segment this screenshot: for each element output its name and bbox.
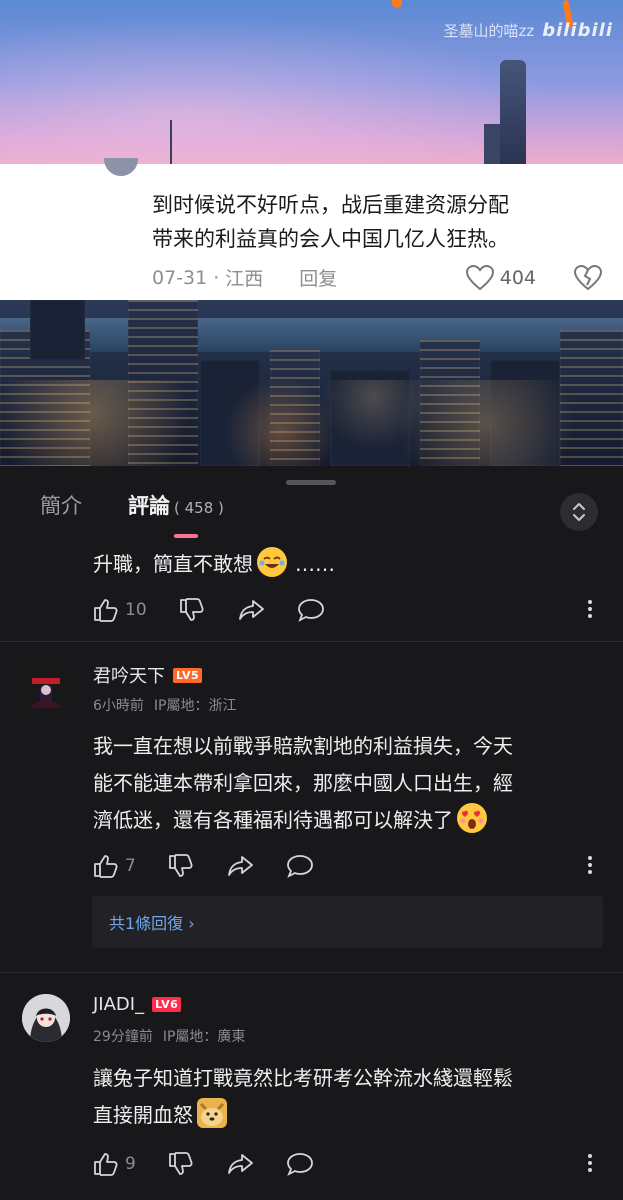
comment-actions: 9 (93, 1152, 346, 1176)
video-river (0, 318, 623, 352)
avatar[interactable] (22, 664, 70, 712)
tab-comments[interactable]: 評論( 458 ) (128, 490, 224, 520)
dislike-button[interactable] (168, 854, 194, 878)
chat-bubble-icon (297, 599, 324, 622)
embedded-like-count: 404 (499, 266, 536, 289)
video-building (30, 300, 85, 360)
like-button[interactable]: 7 (93, 854, 136, 878)
embedded-reply-label: 回复 (299, 268, 338, 290)
username[interactable]: 君吟天下 (93, 662, 165, 688)
tab-intro[interactable]: 簡介 (40, 490, 82, 520)
level-badge: LV5 (173, 667, 203, 683)
broken-heart-icon (574, 264, 602, 291)
comment-meta: 6小時前 IP屬地：浙江 (93, 695, 237, 715)
comments-count: ( 458 ) (174, 499, 224, 517)
embedded-comment-meta: 07-31 · 江西 回复 404 (152, 264, 602, 291)
thumbs-down-icon (168, 1152, 193, 1175)
avatar[interactable] (22, 994, 70, 1042)
sort-button[interactable] (560, 493, 598, 531)
comment-actions: 7 (93, 854, 346, 878)
video-player[interactable]: 圣墓山的喵zz bilibili 到时候说不好听点，战后重建资源分配 带来的利益… (0, 0, 623, 466)
dislike-button[interactable] (179, 598, 205, 622)
drag-handle[interactable] (286, 480, 336, 485)
comment-meta: 29分鐘前 IP屬地：廣東 (93, 1026, 245, 1046)
video-tower (500, 60, 526, 165)
ip-location: IP屬地：廣東 (162, 1029, 246, 1045)
comment-author[interactable]: JIADI_ LV6 (93, 994, 182, 1015)
username[interactable]: JIADI_ (93, 994, 144, 1015)
level-badge: LV6 (152, 997, 182, 1012)
thumbs-down-icon (179, 598, 204, 621)
tab-indicator (174, 534, 198, 538)
dislike-button[interactable] (168, 1152, 194, 1176)
meta-dot: · (213, 266, 220, 289)
video-spire (170, 120, 172, 165)
video-city-lights (0, 380, 623, 466)
like-count: 7 (125, 856, 136, 876)
bilibili-logo: bilibili (542, 20, 613, 41)
reply-button[interactable] (286, 854, 314, 878)
heart-icon (465, 264, 494, 290)
comment-time: 6小時前 (93, 698, 144, 714)
embedded-date: 07-31 (152, 266, 208, 289)
reply-button[interactable] (286, 1152, 314, 1176)
like-count: 9 (125, 1154, 136, 1174)
reply-button[interactable] (297, 598, 325, 622)
comment-time: 29分鐘前 (93, 1029, 153, 1045)
doge-emoji (197, 1098, 227, 1128)
embedded-comment-text: 到时候说不好听点，战后重建资源分配 带来的利益真的会人中国几亿人狂热。 (152, 193, 509, 251)
replies-preview[interactable]: 共1條回復 › (92, 896, 603, 948)
comment-divider (0, 972, 623, 973)
embedded-avatar (104, 158, 138, 176)
comment-text: 讓兔子知道打戰竟然比考研考公幹流水綫還輕鬆 直接開血怒 (93, 1066, 513, 1128)
ip-location: IP屬地：浙江 (153, 698, 237, 714)
comment-divider (0, 641, 623, 642)
tab-comments-label: 評論 (128, 494, 170, 518)
more-options-icon[interactable] (587, 856, 593, 877)
share-icon (227, 1154, 253, 1174)
more-options-icon[interactable] (587, 1154, 593, 1175)
comment-actions: 10 (93, 598, 357, 622)
crying-laugh-emoji (257, 547, 287, 577)
thumbs-down-icon (168, 854, 193, 877)
like-button[interactable]: 9 (93, 1152, 136, 1176)
heart-eyes-emoji (457, 803, 487, 833)
comment-text: 我一直在想以前戰爭賠款割地的利益損失，今天 能不能連本帶利拿回來，那麼中國人口出… (93, 734, 513, 833)
thumbs-up-icon (94, 855, 118, 878)
thumbs-up-icon (94, 1153, 118, 1176)
view-replies-link[interactable]: 共1條回復 › (109, 910, 195, 934)
video-watermark: 圣墓山的喵zz bilibili (443, 20, 613, 41)
sort-toggle-icon (573, 503, 585, 521)
embedded-comment-card: 到时候说不好听点，战后重建资源分配 带来的利益真的会人中国几亿人狂热。 07-3… (0, 158, 623, 300)
tab-bar: 簡介 評論( 458 ) (0, 490, 623, 534)
share-button[interactable] (226, 1153, 254, 1175)
embedded-like: 404 (465, 264, 536, 291)
share-button[interactable] (226, 855, 254, 877)
chat-bubble-icon (286, 1153, 313, 1176)
share-icon (227, 856, 253, 876)
like-count: 10 (125, 600, 147, 620)
embedded-location: 江西 (225, 268, 264, 290)
share-button[interactable] (237, 599, 265, 621)
share-icon (238, 600, 264, 620)
comment-text: 升職，簡直不敢想 …… (93, 546, 335, 583)
thumbs-up-icon (94, 599, 118, 622)
like-button[interactable]: 10 (93, 598, 147, 622)
chat-bubble-icon (286, 855, 313, 878)
watermark-uploader: 圣墓山的喵zz (443, 22, 535, 40)
more-options-icon[interactable] (587, 600, 593, 621)
comment-author[interactable]: 君吟天下 LV5 (93, 662, 203, 688)
